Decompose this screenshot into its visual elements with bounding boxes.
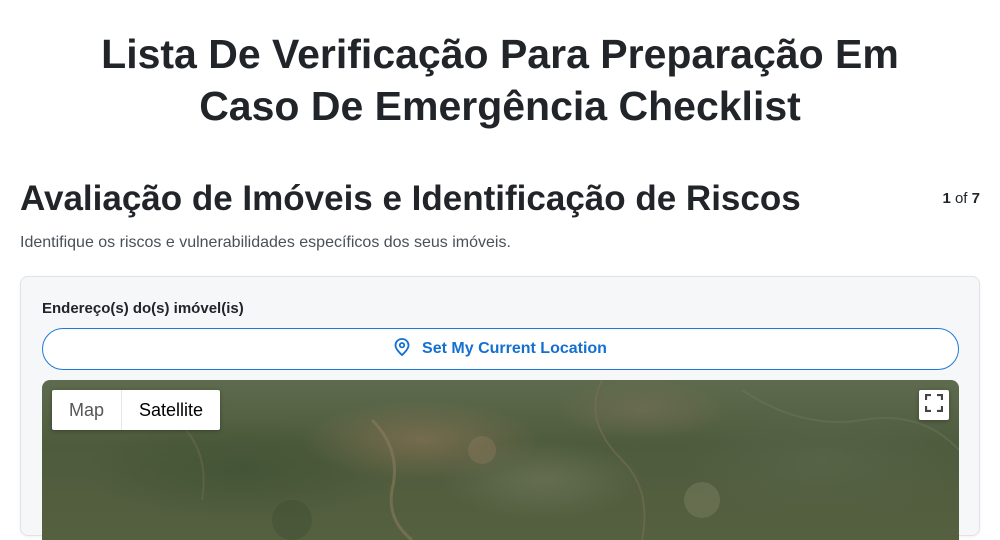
map-pin-icon xyxy=(394,337,410,361)
step-of: of xyxy=(954,190,968,207)
page-title-line-2: Caso De Emergência Checklist xyxy=(199,83,801,129)
fullscreen-button[interactable] xyxy=(919,390,949,420)
section-description: Identifique os riscos e vulnerabilidades… xyxy=(20,234,511,251)
satellite-map[interactable]: Map Satellite xyxy=(42,380,959,540)
step-counter: 1 of 7 xyxy=(942,190,980,207)
page-title-line-1: Lista De Verificação Para Preparação Em xyxy=(101,31,899,77)
address-label: Endereço(s) do(s) imóvel(is) xyxy=(42,300,244,317)
section-header: Avaliação de Imóveis e Identificação de … xyxy=(20,178,980,220)
map-type-control: Map Satellite xyxy=(52,390,221,430)
page-title: Lista De Verificação Para Preparação Em … xyxy=(0,28,1000,132)
fullscreen-icon xyxy=(924,393,944,417)
address-card: Endereço(s) do(s) imóvel(is) Set My Curr… xyxy=(20,276,980,540)
map-type-satellite-option[interactable]: Satellite xyxy=(122,390,220,430)
set-location-label: Set My Current Location xyxy=(422,340,607,357)
step-current: 1 xyxy=(942,190,951,207)
map-type-map-option[interactable]: Map xyxy=(52,390,123,430)
section-title: Avaliação de Imóveis e Identificação de … xyxy=(20,179,801,218)
set-location-button[interactable]: Set My Current Location xyxy=(42,328,959,370)
step-total: 7 xyxy=(971,190,980,207)
